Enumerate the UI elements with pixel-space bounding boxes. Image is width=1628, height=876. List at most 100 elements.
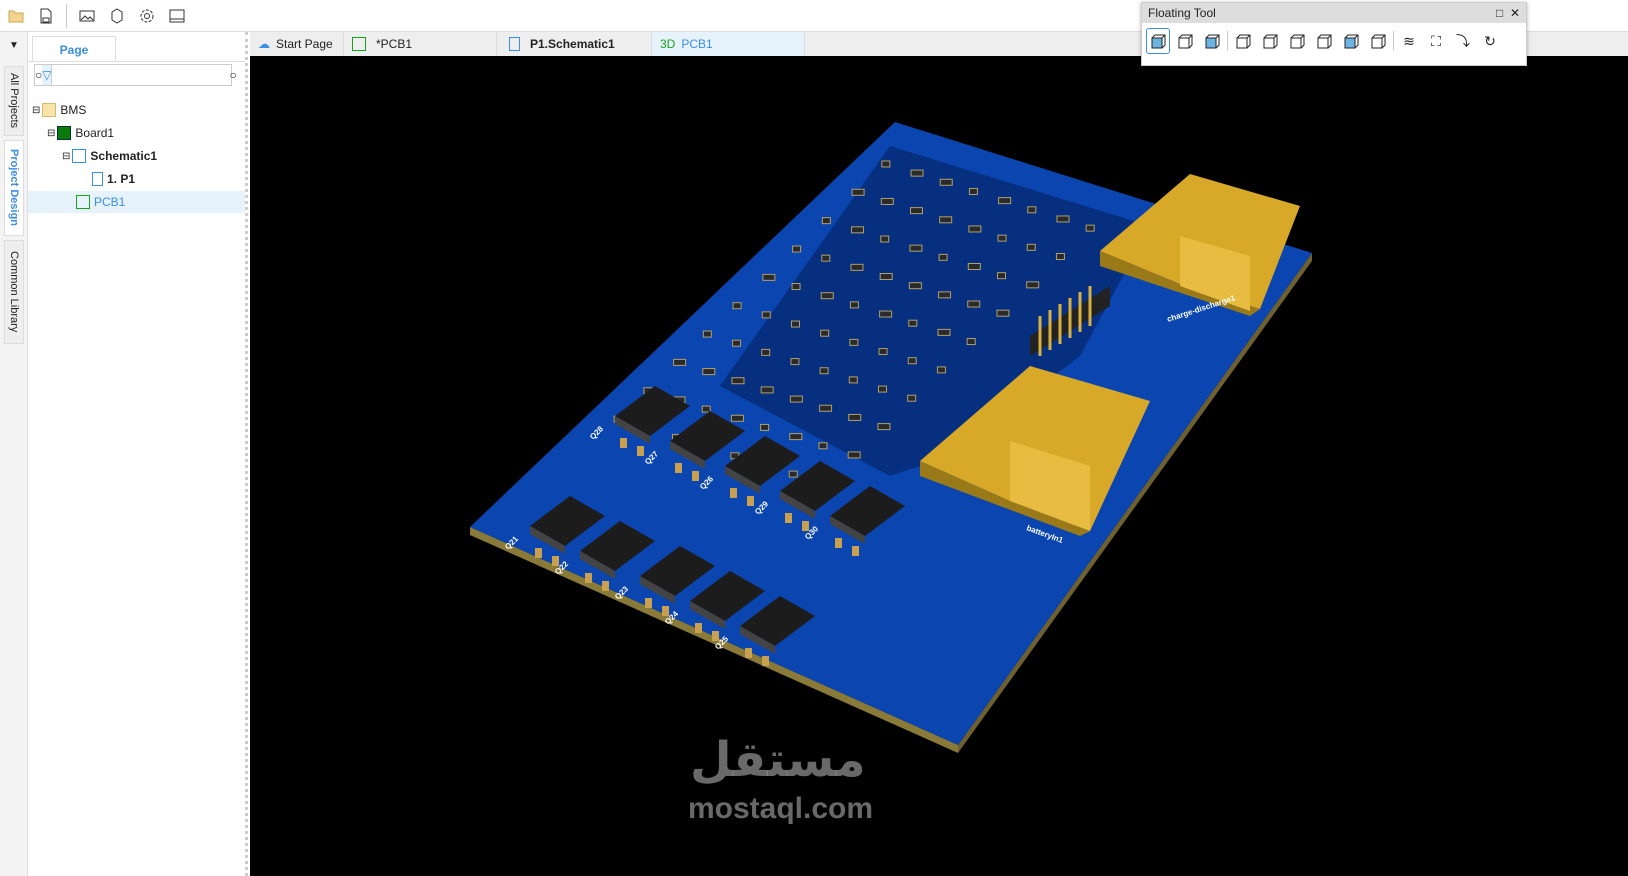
tab-label: *PCB1	[376, 37, 413, 51]
smd-part	[966, 338, 976, 346]
collapse-icon[interactable]: ⊟	[32, 105, 40, 116]
front-view-icon[interactable]	[1339, 28, 1363, 54]
smd-part	[761, 348, 771, 356]
tab-label: All Projects	[8, 73, 20, 129]
smd-part	[1026, 243, 1036, 251]
wireframe-view-icon[interactable]	[1173, 28, 1197, 54]
tab-all-projects[interactable]: All Projects	[4, 66, 24, 136]
smd-part	[760, 423, 770, 431]
search-go-icon[interactable]: ○	[229, 65, 236, 85]
tree-label: PCB1	[94, 195, 126, 209]
filter-icon[interactable]: ▽	[42, 65, 52, 85]
smd-part	[881, 160, 891, 168]
gear-icon[interactable]	[137, 6, 157, 26]
tree-item-pcb1[interactable]: PCB1	[28, 191, 245, 213]
smd-part	[907, 394, 917, 402]
smd-part	[819, 404, 833, 412]
right-view-icon[interactable]	[1312, 28, 1336, 54]
folder-icon[interactable]	[6, 6, 26, 26]
tab-project-design[interactable]: Project Design	[4, 140, 24, 236]
smd-part	[730, 414, 744, 422]
search-icon[interactable]: ○	[35, 65, 42, 85]
floating-tool-header[interactable]: Floating Tool □ ✕	[1142, 3, 1526, 23]
top-view-icon[interactable]	[1231, 28, 1255, 54]
layers-icon[interactable]: ≋	[1397, 28, 1421, 54]
smd-part	[821, 217, 831, 225]
3d-viewport[interactable]: Q21 Q22 Q23 Q24 Q25 Q28 Q27 Q26 Q29 Q30 charge-di…	[250, 56, 1628, 876]
smd-part	[938, 291, 952, 299]
tab-label: Start Page	[276, 37, 333, 51]
smd-part	[849, 301, 859, 309]
pcb-icon	[76, 195, 90, 209]
tab-label: Project Design	[8, 149, 20, 227]
smd-part	[790, 320, 800, 328]
smd-part	[820, 292, 834, 300]
smd-part	[762, 273, 776, 281]
smd-part	[731, 377, 745, 385]
rotate-icon[interactable]: ↻	[1478, 28, 1502, 54]
watermark-text: mostaql.com	[688, 792, 874, 825]
panel-icon[interactable]	[167, 6, 187, 26]
tab-start-page[interactable]: ☁ Start Page	[250, 32, 344, 56]
collapse-icon[interactable]: ⊟	[62, 151, 70, 162]
search-input[interactable]	[51, 65, 230, 85]
tree-label: Board1	[75, 126, 115, 140]
folder-icon	[42, 103, 57, 117]
window-title: Floating Tool	[1148, 6, 1216, 20]
smd-part	[996, 272, 1006, 280]
left-view-icon[interactable]	[1285, 28, 1309, 54]
smd-part	[939, 178, 953, 186]
tree-item-bms[interactable]: ⊟ BMS	[28, 99, 245, 121]
tree-item-p1[interactable]: 1. P1	[28, 168, 245, 190]
tab-3d-pcb1[interactable]: 3D PCB1	[652, 32, 805, 56]
tab-pcb1[interactable]: *PCB1	[344, 32, 497, 56]
fullscreen-icon[interactable]: ⛶	[1424, 28, 1448, 54]
maximize-icon[interactable]: □	[1496, 6, 1503, 20]
smd-part	[701, 405, 711, 413]
collapse-icon[interactable]: ⊟	[47, 128, 55, 139]
smd-part	[702, 368, 716, 376]
solid-view-icon[interactable]	[1146, 28, 1170, 54]
tab-page[interactable]: Page	[32, 36, 116, 62]
smd-part	[792, 245, 802, 253]
tree-item-board1[interactable]: ⊟ Board1	[28, 122, 245, 144]
smd-part	[849, 338, 859, 346]
side-tab-strip: ▼ All Projects Project Design Common Lib…	[0, 32, 28, 876]
back-view-icon[interactable]	[1366, 28, 1390, 54]
smd-part	[789, 395, 803, 403]
smd-part	[848, 376, 858, 384]
smd-part	[910, 169, 924, 177]
smd-part	[938, 253, 948, 261]
smd-part	[790, 358, 800, 366]
tree-label: 1. P1	[107, 172, 136, 186]
tab-label: PCB1	[681, 37, 713, 51]
image-export-icon[interactable]	[77, 6, 97, 26]
3d-package-icon[interactable]	[107, 6, 127, 26]
pin-icon[interactable]: ▼	[9, 40, 19, 51]
smd-part	[997, 234, 1007, 242]
smd-part	[939, 216, 953, 224]
close-icon[interactable]: ✕	[1510, 6, 1520, 20]
smd-part	[848, 413, 862, 421]
smd-part	[877, 423, 891, 431]
save-icon[interactable]	[36, 6, 56, 26]
smd-part	[967, 263, 981, 270]
tab-common-library[interactable]: Common Library	[4, 240, 24, 344]
export-icon[interactable]: ⤵	[1451, 28, 1475, 54]
pcb-3d-render[interactable]: Q21Q22Q23Q24Q25Q28Q27Q26Q29Q30 charge-di…	[250, 56, 1628, 876]
smd-part	[847, 451, 861, 459]
smd-part	[851, 188, 865, 196]
tab-schematic[interactable]: P1.Schematic1	[497, 32, 652, 56]
smd-part	[907, 357, 917, 365]
smd-part	[1056, 215, 1070, 223]
smd-part	[936, 366, 946, 374]
smd-part	[968, 187, 978, 195]
page-icon	[92, 172, 103, 186]
pcb-icon	[352, 37, 366, 51]
smd-part	[1027, 206, 1037, 214]
smd-part	[908, 282, 922, 290]
textured-view-icon[interactable]	[1200, 28, 1224, 54]
search-box: ○ ▽ ○	[34, 64, 237, 86]
bottom-view-icon[interactable]	[1258, 28, 1282, 54]
tree-item-schematic1[interactable]: ⊟ Schematic1	[28, 145, 245, 167]
